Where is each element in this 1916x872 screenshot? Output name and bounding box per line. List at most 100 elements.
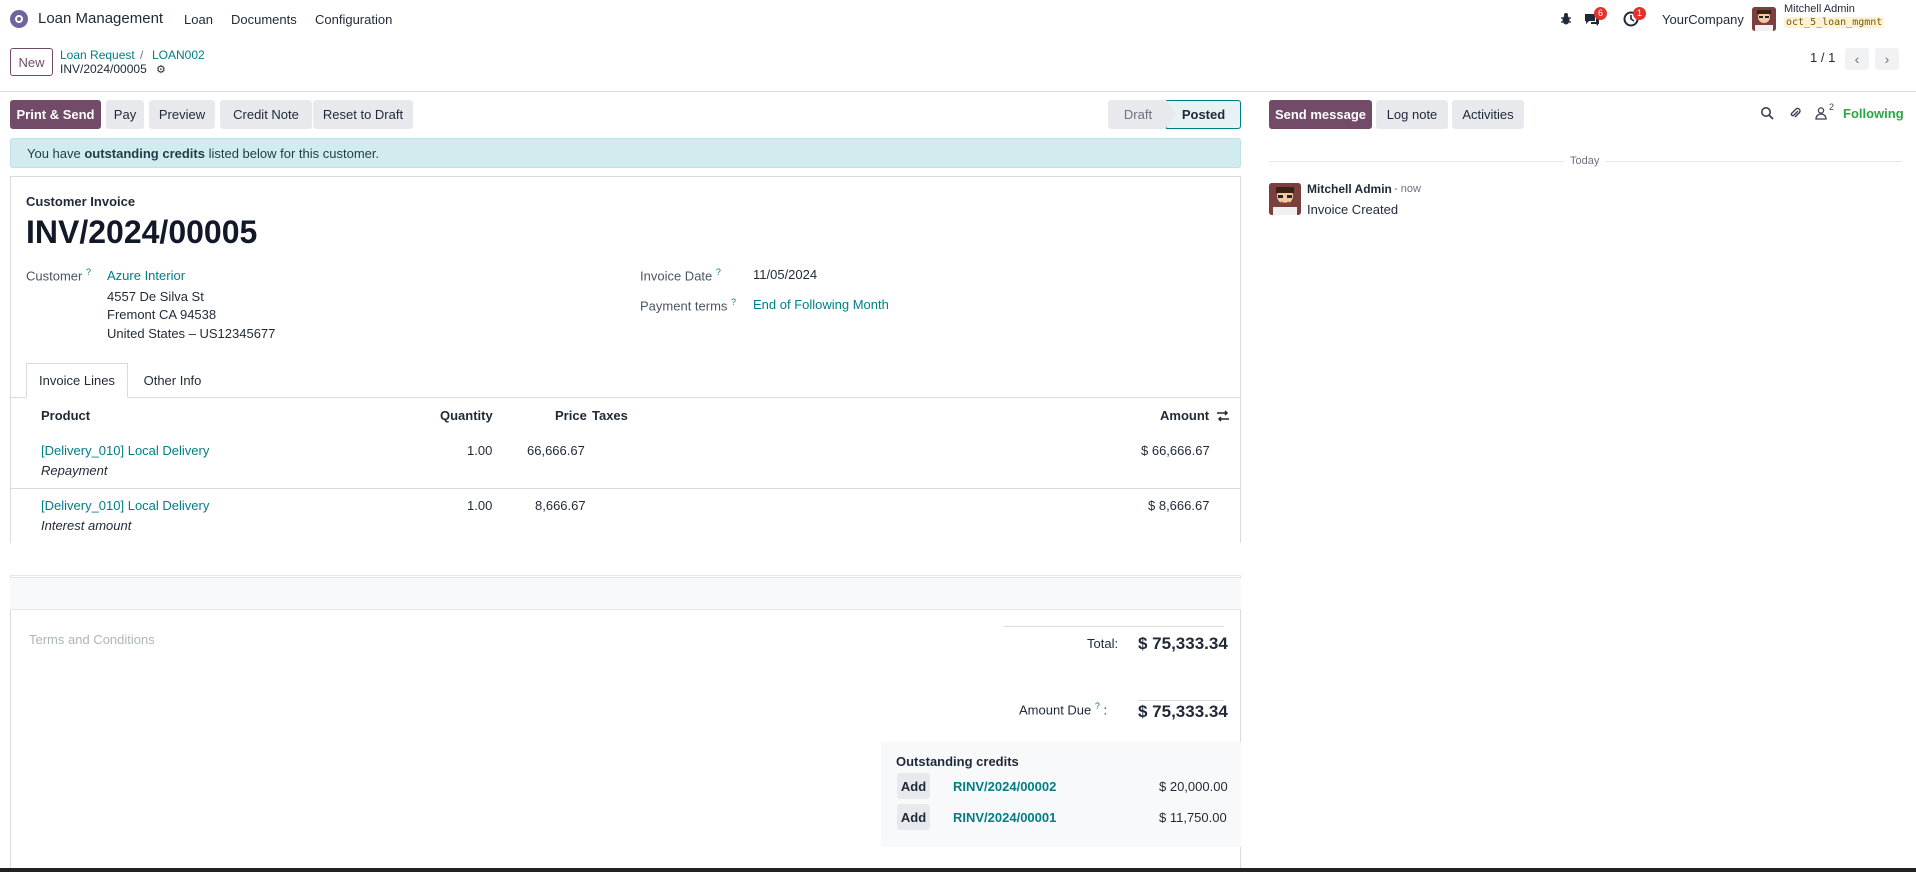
log-note-button[interactable]: Log note [1376, 100, 1448, 129]
invoice-date-value[interactable]: 11/05/2024 [753, 267, 817, 282]
terms-and-conditions-field[interactable]: Terms and Conditions [29, 632, 155, 647]
bottom-edge [0, 868, 1916, 872]
payment-terms-label: Payment terms ? [640, 297, 736, 313]
line-amount: $ 8,666.67 [1148, 498, 1210, 513]
help-icon[interactable]: ? [716, 267, 721, 277]
date-divider-left [1269, 161, 1564, 162]
line-price[interactable]: 8,666.67 [535, 498, 586, 513]
total-divider [1004, 626, 1224, 627]
message-author-avatar[interactable] [1269, 183, 1301, 215]
chevron-right-icon[interactable]: › [1875, 48, 1899, 70]
payment-terms-link[interactable]: End of Following Month [753, 297, 889, 312]
menu-loan[interactable]: Loan [184, 12, 213, 27]
record-name: INV/2024/00005 [60, 62, 147, 76]
message-author[interactable]: Mitchell Admin [1307, 182, 1392, 196]
chevron-left-icon[interactable]: ‹ [1845, 48, 1869, 70]
invoice-date-label: Invoice Date ? [640, 267, 721, 283]
app-logo-icon[interactable] [10, 10, 28, 28]
credit-reference-link[interactable]: RINV/2024/00001 [953, 810, 1056, 825]
customer-link[interactable]: Azure Interior [107, 268, 185, 283]
column-product[interactable]: Product [41, 408, 90, 423]
optional-columns-icon[interactable] [1216, 409, 1230, 426]
row-divider [10, 488, 1241, 489]
send-message-button[interactable]: Send message [1269, 100, 1372, 129]
credit-amount: $ 20,000.00 [1159, 779, 1228, 794]
line-product-link[interactable]: [Delivery_010] Local Delivery [41, 498, 209, 513]
status-draft[interactable]: Draft [1108, 100, 1168, 129]
total-label: Total: [1087, 636, 1119, 651]
top-navbar: Loan Management Loan Documents Configura… [0, 0, 1916, 38]
total-value: $ 75,333.34 [1138, 634, 1228, 653]
help-icon[interactable]: ? [86, 267, 91, 277]
control-panel [0, 38, 1916, 92]
breadcrumb-separator: / [140, 48, 144, 62]
amount-due-label: Amount Due ? : [1019, 701, 1108, 718]
pager-value[interactable]: 1 / 1 [1810, 50, 1835, 65]
app-name[interactable]: Loan Management [38, 10, 163, 27]
help-icon[interactable]: ? [731, 297, 736, 307]
user-name[interactable]: Mitchell Admin [1784, 3, 1855, 15]
debug-bug-icon[interactable] [1557, 10, 1575, 28]
activities-button[interactable]: Activities [1452, 100, 1524, 129]
menu-configuration[interactable]: Configuration [315, 12, 392, 27]
amount-due-label-text: Amount Due [1019, 702, 1092, 718]
pay-button[interactable]: Pay [106, 100, 144, 129]
breadcrumb-loan-request[interactable]: Loan Request [60, 48, 135, 62]
credit-reference-link[interactable]: RINV/2024/00002 [953, 779, 1056, 794]
activities-count-badge: 1 [1633, 7, 1646, 20]
alert-text-after: listed below for this customer. [204, 146, 380, 161]
column-price[interactable]: Price [555, 408, 587, 423]
search-icon[interactable] [1760, 106, 1774, 123]
company-switcher[interactable]: YourCompany [1662, 12, 1744, 27]
line-amount: $ 66,666.67 [1141, 443, 1210, 458]
empty-row [10, 543, 1241, 576]
customer-label-text: Customer [26, 268, 83, 284]
date-separator: Today [1570, 155, 1600, 167]
line-price[interactable]: 66,666.67 [527, 443, 585, 458]
column-quantity[interactable]: Quantity [440, 408, 493, 423]
message-body: Invoice Created [1307, 202, 1399, 217]
empty-row [10, 577, 1241, 610]
date-divider-right [1606, 161, 1902, 162]
address-line-1: 4557 De Silva St [107, 289, 204, 304]
status-posted-label: Posted [1181, 107, 1226, 122]
customer-label: Customer ? [26, 267, 91, 283]
line-label[interactable]: Interest amount [41, 518, 131, 533]
new-button[interactable]: New [10, 48, 53, 76]
column-amount[interactable]: Amount [1160, 408, 1209, 423]
credit-note-button[interactable]: Credit Note [220, 100, 312, 129]
document-type: Customer Invoice [26, 194, 136, 209]
reset-to-draft-button[interactable]: Reset to Draft [313, 100, 413, 129]
payment-terms-label-text: Payment terms [640, 298, 728, 314]
invoice-number: INV/2024/00005 [26, 214, 258, 250]
gear-icon[interactable]: ⚙ [156, 63, 166, 76]
preview-button[interactable]: Preview [149, 100, 215, 129]
line-product-link[interactable]: [Delivery_010] Local Delivery [41, 443, 209, 458]
line-quantity[interactable]: 1.00 [467, 443, 492, 458]
invoice-date-label-text: Invoice Date [640, 268, 713, 284]
line-label[interactable]: Repayment [41, 463, 107, 478]
print-send-button[interactable]: Print & Send [10, 100, 101, 129]
outstanding-credits-title: Outstanding credits [896, 754, 1019, 769]
tab-other-info[interactable]: Other Info [130, 363, 215, 398]
tab-invoice-lines-overlay [26, 363, 128, 398]
menu-documents[interactable]: Documents [231, 12, 297, 27]
attachment-paperclip-icon[interactable] [1788, 106, 1802, 123]
column-taxes[interactable]: Taxes [592, 408, 628, 423]
messages-count-badge: 6 [1594, 7, 1607, 20]
breadcrumb-loan002[interactable]: LOAN002 [152, 48, 205, 62]
tabs-divider [10, 397, 1241, 398]
amount-due-divider [1138, 700, 1224, 701]
credit-amount: $ 11,750.00 [1159, 810, 1227, 825]
following-button[interactable]: Following [1843, 106, 1904, 121]
help-icon[interactable]: ? [1095, 701, 1100, 711]
followers-icon[interactable] [1814, 106, 1828, 123]
user-avatar[interactable] [1752, 7, 1776, 31]
alert-text-before: You have [27, 146, 85, 161]
add-credit-button[interactable]: Add [897, 804, 930, 830]
amount-due-value: $ 75,333.34 [1138, 702, 1228, 721]
line-quantity[interactable]: 1.00 [467, 498, 492, 513]
status-posted[interactable]: Posted [1166, 100, 1241, 129]
message-time: - now [1394, 183, 1421, 195]
add-credit-button[interactable]: Add [897, 773, 930, 799]
